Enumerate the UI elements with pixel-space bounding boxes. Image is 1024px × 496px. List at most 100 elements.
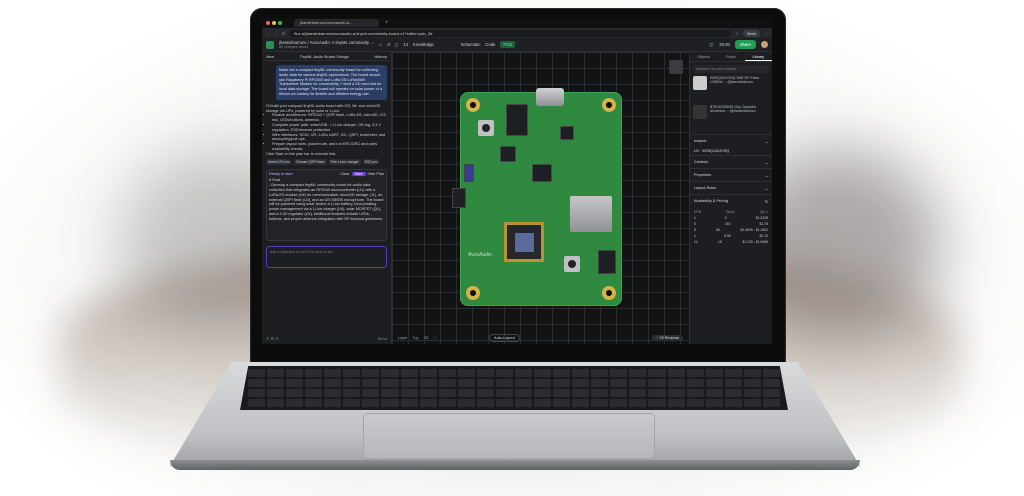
fit-icon[interactable]: ⛶ bbox=[433, 336, 436, 340]
keyboard-key bbox=[553, 399, 571, 407]
comment-icon[interactable]: ◻ bbox=[395, 42, 398, 47]
minimize-window-dot[interactable] bbox=[272, 21, 276, 25]
refresh-icon[interactable]: ↻ bbox=[765, 199, 768, 204]
regulator-chip[interactable] bbox=[500, 146, 516, 162]
keyboard-key bbox=[438, 369, 456, 377]
keyboard-key bbox=[305, 399, 323, 407]
send-button[interactable]: Send bbox=[378, 336, 387, 341]
suggestion-chip[interactable]: Select I2S mic bbox=[266, 158, 292, 165]
availability-section[interactable]: Availability & Pricing ↻ bbox=[690, 194, 772, 207]
pcb-board[interactable]: AvocAudio bbox=[452, 88, 622, 306]
new-chat-button[interactable]: New bbox=[266, 54, 274, 59]
solar-terminal[interactable] bbox=[598, 250, 616, 274]
new-tab-icon[interactable]: + bbox=[385, 20, 389, 26]
reload-icon[interactable]: ↻ bbox=[282, 31, 285, 36]
profile-button[interactable]: Work bbox=[742, 29, 760, 37]
microsd-slot[interactable] bbox=[570, 196, 612, 232]
reviews-count: 78 bbox=[659, 336, 664, 340]
share-button[interactable]: Share bbox=[734, 40, 756, 49]
answer-bullet: Wire interfaces: SDIO, I2S, LoRa UART, I… bbox=[272, 133, 387, 143]
keyboard-key bbox=[286, 379, 304, 387]
credits-badge[interactable]: 20.00 bbox=[719, 42, 729, 47]
flash-chip[interactable] bbox=[560, 126, 574, 140]
pcb-canvas[interactable]: AvocAudio Layer Top 3D ⛶ Auto-Layout 1 7… bbox=[392, 52, 689, 344]
boot-button[interactable] bbox=[478, 120, 494, 136]
cart-icon[interactable]: 🛒 bbox=[709, 42, 714, 48]
tab-objects[interactable]: Objects bbox=[690, 52, 717, 61]
laptop-front-edge bbox=[170, 460, 860, 470]
tools-icon[interactable]: ✕ ⚙ ⟲ bbox=[266, 336, 279, 341]
keyboard-key bbox=[419, 399, 437, 407]
keyboard-key bbox=[381, 369, 399, 377]
top-toggle[interactable]: Top bbox=[413, 336, 419, 340]
suggestion-chip[interactable]: Pick Li-ion charger bbox=[328, 158, 361, 165]
tab-pcb[interactable]: PCB bbox=[500, 41, 515, 48]
reset-button[interactable] bbox=[564, 256, 580, 272]
library-part[interactable]: B75100293005 Chip Capacitor Aluminum ...… bbox=[693, 105, 769, 131]
suggestion-chip[interactable]: ESD pro bbox=[362, 158, 380, 165]
star-icon[interactable]: ☆ bbox=[735, 31, 739, 36]
address-input[interactable]: flux.ai/jharwinbarrozo/avocaudio-a-tinym… bbox=[289, 29, 732, 37]
menu-icon[interactable]: ⋮ bbox=[764, 31, 768, 36]
keyboard-key bbox=[457, 389, 475, 397]
charger-chip[interactable] bbox=[532, 164, 552, 182]
lora-module[interactable] bbox=[506, 104, 528, 136]
keyboard-key bbox=[572, 389, 590, 397]
comment-count[interactable]: 14 bbox=[403, 42, 408, 47]
minimap[interactable] bbox=[669, 60, 683, 74]
cell-dpn: 14 bbox=[694, 240, 698, 244]
keyboard-key bbox=[686, 389, 704, 397]
usb-connector[interactable] bbox=[536, 88, 564, 106]
keyboard-key bbox=[705, 379, 723, 387]
inspect-value[interactable]: U2 · W25Q128JVSQ bbox=[690, 147, 772, 155]
keyboard-key bbox=[514, 369, 533, 377]
battery-connector[interactable] bbox=[452, 188, 466, 208]
history-button[interactable]: History bbox=[375, 54, 387, 59]
suggestion-chip[interactable]: Choose QSPI flash bbox=[293, 158, 327, 165]
tab-library[interactable]: Library bbox=[744, 52, 772, 61]
tab-rules[interactable]: Rules bbox=[717, 52, 744, 61]
layout-rules-section[interactable]: Layout Rules ⌄ bbox=[690, 181, 772, 194]
start-plan-button[interactable]: Start bbox=[351, 171, 366, 177]
back-icon[interactable]: ← bbox=[266, 31, 270, 36]
assistant-message: I'll build your compact tinyML audio boa… bbox=[266, 104, 387, 157]
knowledge-button[interactable]: Knowledge bbox=[413, 42, 434, 47]
hide-plan-button[interactable]: Hide Plan bbox=[368, 172, 384, 177]
keyboard-key bbox=[648, 389, 666, 397]
avatar[interactable] bbox=[761, 41, 768, 48]
properties-section[interactable]: Properties ⌄ bbox=[690, 168, 772, 181]
mount-hole bbox=[602, 98, 616, 112]
maximize-window-dot[interactable] bbox=[278, 21, 282, 25]
url-bar-row: ← → ↻ flux.ai/jharwinbarrozo/avocaudio-a… bbox=[262, 28, 772, 38]
tab-schematic[interactable]: Schematic bbox=[461, 42, 481, 47]
flux-logo[interactable] bbox=[266, 40, 274, 49]
forward-icon[interactable]: → bbox=[274, 31, 278, 36]
reviews-button[interactable]: 1 78 Reviews bbox=[652, 335, 683, 341]
chat-input[interactable]: Ask a question or tell Flux what to do..… bbox=[266, 245, 387, 268]
keyboard-key bbox=[400, 389, 418, 397]
keyboard-key bbox=[743, 389, 761, 397]
layer-toggle[interactable]: Layer bbox=[398, 336, 408, 340]
keyboard-key bbox=[324, 379, 342, 387]
keyboard-key bbox=[438, 389, 456, 397]
rp2040-mcu[interactable] bbox=[504, 222, 544, 262]
led-array[interactable] bbox=[464, 164, 474, 182]
keyboard-key bbox=[286, 369, 304, 377]
fork-count[interactable]: 0 bbox=[388, 42, 390, 47]
inspect-section[interactable]: Inspect ⌄ bbox=[690, 134, 772, 147]
close-window-dot[interactable] bbox=[266, 21, 270, 25]
mount-hole bbox=[466, 286, 480, 300]
table-row[interactable]: 14 1K $1.100 - $1.8465 bbox=[694, 239, 768, 245]
library-part[interactable]: W25Q16JVSSIQ 2MB SPI Flash, 133MHz ... @… bbox=[693, 76, 769, 102]
clear-plan-button[interactable]: Clear bbox=[340, 172, 349, 177]
keyboard-key bbox=[400, 369, 418, 377]
auto-layout-button[interactable]: Auto-Layout bbox=[489, 334, 520, 342]
browser-tab[interactable]: jharwinbarrozo/avocaudio-a... bbox=[294, 19, 379, 27]
view-3d-button[interactable]: 3D bbox=[424, 336, 429, 340]
keyboard-key bbox=[362, 379, 380, 387]
star-project-icon[interactable]: ☆ bbox=[379, 42, 383, 47]
tab-code[interactable]: Code bbox=[485, 42, 495, 47]
library-search-input[interactable]: Keyword or part number bbox=[693, 65, 769, 73]
answer-bullet: Complete power path: solar/USB -> Li-ion… bbox=[272, 123, 387, 133]
controls-section[interactable]: Controls ⌄ bbox=[690, 155, 772, 168]
